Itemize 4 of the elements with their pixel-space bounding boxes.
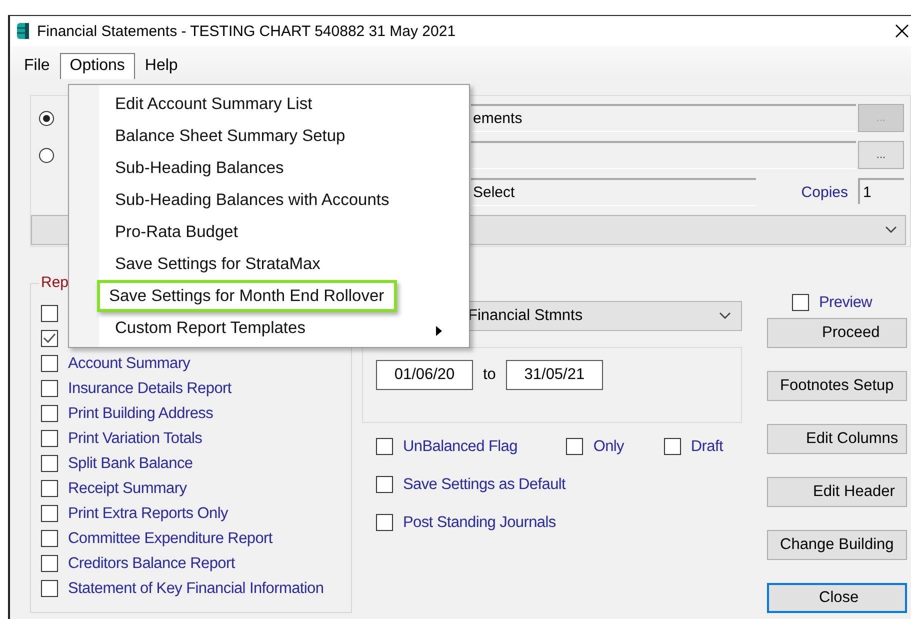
window-title: Financial Statements - TESTING CHART 540882 31 May 2021 — [37, 22, 456, 40]
group-label: Rep — [39, 274, 71, 291]
to-label: to — [483, 365, 496, 385]
copies-label: Copies — [801, 184, 849, 201]
